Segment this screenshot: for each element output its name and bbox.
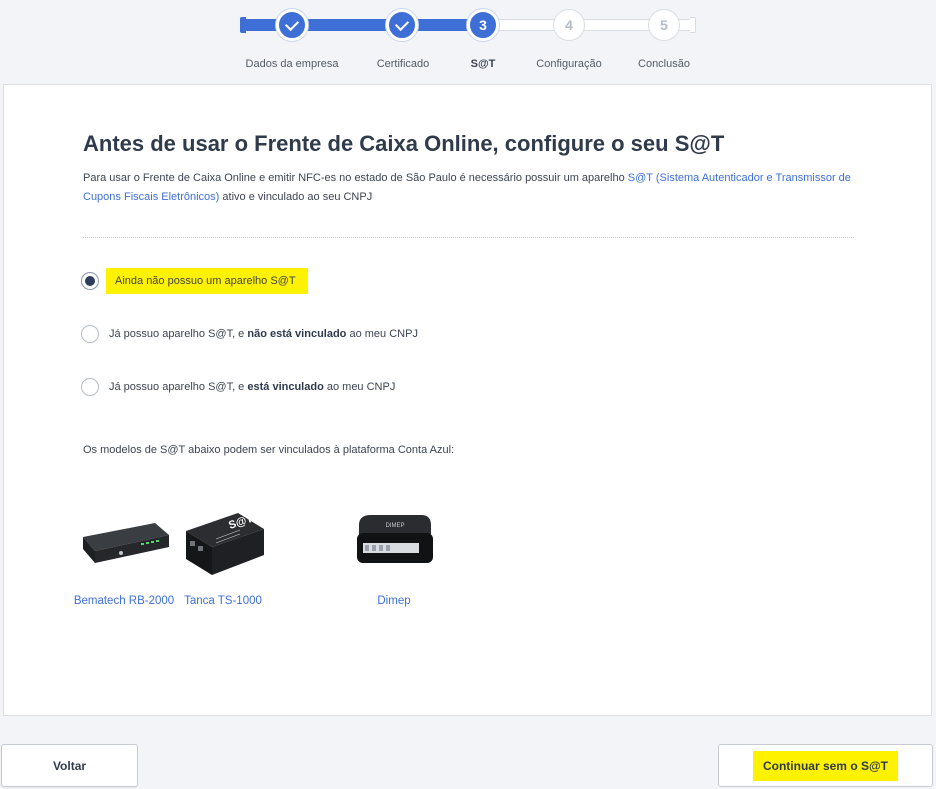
option-no-sat-device[interactable]: Ainda não possuo um aparelho S@T <box>81 268 308 294</box>
step-5-number: 5 <box>660 17 668 33</box>
product-dimep[interactable]: DIMEP Dimep <box>339 505 449 610</box>
page-title: Antes de usar o Frente de Caixa Online, … <box>83 131 725 156</box>
intro-text: Para usar o Frente de Caixa Online e emi… <box>83 172 625 184</box>
bematech-device-image <box>69 505 179 585</box>
radio-button[interactable] <box>81 325 99 343</box>
option-text-bold: está vinculado <box>247 381 324 393</box>
tanca-device-image: S@T <box>168 505 278 585</box>
option-text-prefix: Já possuo aparelho S@T, e <box>109 381 245 393</box>
product-bematech[interactable]: Bematech RB-2000 <box>69 505 179 610</box>
step-5-node: 5 <box>648 9 680 41</box>
option-sat-linked[interactable]: Já possuo aparelho S@T, e está vinculado… <box>81 375 395 399</box>
continue-without-sat-label: Continuar sem o S@T <box>752 750 899 781</box>
step-3-node: 3 <box>467 9 499 41</box>
step-1-label: Dados da empresa <box>245 58 339 70</box>
option-text-prefix: Já possuo aparelho S@T, e <box>109 328 245 340</box>
option-no-sat-device-label: Ainda não possuo um aparelho S@T <box>106 268 308 294</box>
step-3-label: S@T <box>470 58 496 70</box>
progress-stepper: 3 4 5 Dados da empresa Certificado S@T C… <box>0 0 936 84</box>
stepper-track-cap-right <box>690 17 696 33</box>
option-sat-not-linked-label: Já possuo aparelho S@T, e não está vincu… <box>109 328 418 340</box>
step-1-node <box>276 9 308 41</box>
step-2-label: Certificado <box>376 58 430 70</box>
product-tanca[interactable]: S@T Tanca TS-1000 <box>168 505 278 610</box>
main-card: Antes de usar o Frente de Caixa Online, … <box>3 84 932 716</box>
step-5-label: Conclusão <box>638 58 690 70</box>
continue-without-sat-button[interactable]: Continuar sem o S@T <box>718 744 933 787</box>
step-3-number: 3 <box>479 17 487 33</box>
option-text-suffix: ao meu CNPJ <box>326 381 396 393</box>
radio-button[interactable] <box>81 378 99 396</box>
product-dimep-name[interactable]: Dimep <box>339 593 449 610</box>
product-tanca-name[interactable]: Tanca TS-1000 <box>168 593 278 610</box>
product-bematech-name[interactable]: Bematech RB-2000 <box>69 593 179 610</box>
supported-models-text: Os modelos de S@T abaixo podem ser vincu… <box>83 444 455 456</box>
back-button[interactable]: Voltar <box>1 744 138 787</box>
checkmark-icon <box>284 16 300 31</box>
option-sat-not-linked[interactable]: Já possuo aparelho S@T, e não está vincu… <box>81 322 418 346</box>
checkmark-icon <box>394 16 410 31</box>
section-divider <box>83 237 854 238</box>
step-2-node <box>386 9 418 41</box>
intro-suffix: ativo e vinculado ao seu CNPJ <box>222 191 373 203</box>
step-4-label: Configuração <box>536 58 602 70</box>
option-sat-linked-label: Já possuo aparelho S@T, e está vinculado… <box>109 381 395 393</box>
step-4-node: 4 <box>553 9 585 41</box>
dimep-device-image: DIMEP <box>339 505 449 585</box>
option-text-suffix: ao meu CNPJ <box>349 328 418 340</box>
step-4-number: 4 <box>565 17 573 33</box>
option-text-bold: não está vinculado <box>247 328 347 340</box>
intro-paragraph: Para usar o Frente de Caixa Online e emi… <box>83 169 853 207</box>
radio-button-selected[interactable] <box>81 272 99 290</box>
dimep-device-brand-text: DIMEP <box>385 523 404 529</box>
